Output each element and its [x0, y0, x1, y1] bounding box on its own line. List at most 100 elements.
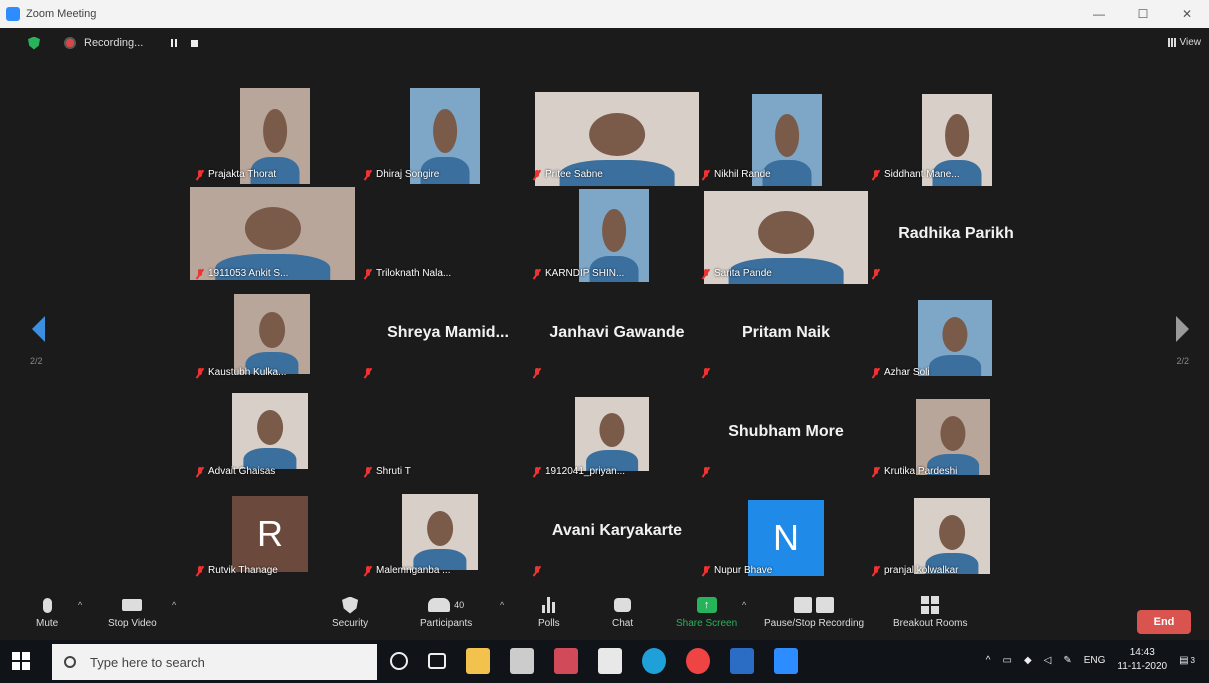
participant-tile[interactable]: Siddhant Mane...: [866, 88, 1046, 186]
mute-button[interactable]: Mute: [36, 596, 58, 629]
participant-tile[interactable]: R Rutvik Thanage: [190, 484, 370, 582]
participant-head: [263, 109, 287, 154]
participant-tile[interactable]: Prajakta Thorat: [190, 88, 370, 186]
participant-tile[interactable]: Shubham More: [696, 385, 876, 483]
previous-page-arrow-icon[interactable]: [32, 316, 45, 342]
participant-tile[interactable]: Advait Ghaisas: [190, 385, 370, 483]
title-bar: Zoom Meeting — ☐ ✕: [0, 0, 1209, 28]
participant-tile[interactable]: Pritee Sabne: [527, 88, 707, 186]
share-screen-button[interactable]: ↑ Share Screen: [676, 596, 737, 629]
muted-mic-icon: [533, 466, 541, 477]
stop-recording-icon[interactable]: [191, 39, 199, 47]
chat-bubble-icon: [614, 598, 632, 612]
participant-tile[interactable]: Kaustubh Kulka...: [190, 286, 370, 384]
notifications-icon[interactable]: ▤ 3: [1179, 655, 1195, 666]
muted-mic-icon: [196, 268, 204, 279]
participant-head: [589, 112, 645, 156]
participant-name-label: Triloknath Nala...: [364, 268, 451, 279]
participant-name-label: Prajakta Thorat: [196, 169, 276, 180]
participant-name: pranjal kolwalkar: [884, 565, 959, 576]
pause-recording-icon[interactable]: [171, 39, 178, 47]
close-button[interactable]: ✕: [1165, 0, 1209, 28]
participant-name-label: Kaustubh Kulka...: [196, 367, 286, 378]
participants-options-caret-icon[interactable]: ^: [500, 600, 504, 610]
polls-label: Polls: [538, 618, 560, 629]
taskbar-search-box[interactable]: Type here to search: [52, 644, 377, 680]
end-meeting-button[interactable]: End: [1137, 610, 1191, 634]
muted-mic-icon: [364, 368, 372, 378]
chat-button[interactable]: Chat: [612, 596, 633, 629]
participant-tile[interactable]: 1912041_priyan...: [527, 385, 707, 483]
store-icon[interactable]: [598, 648, 622, 674]
clock[interactable]: 14:43 11-11-2020: [1117, 646, 1167, 674]
participant-tile[interactable]: Janhavi Gawande: [527, 286, 707, 384]
network-icon[interactable]: ▭: [1003, 655, 1012, 666]
maximize-button[interactable]: ☐: [1121, 0, 1165, 28]
participant-name-label: Shruti T: [364, 466, 411, 477]
word-app-icon[interactable]: [730, 648, 754, 674]
participant-tile[interactable]: KARNDIP SHIN...: [527, 187, 707, 285]
breakout-rooms-button[interactable]: Breakout Rooms: [893, 596, 967, 629]
security-button[interactable]: Security: [332, 596, 368, 629]
muted-mic-icon: [702, 368, 710, 378]
video-options-caret-icon[interactable]: ^: [172, 600, 176, 610]
stop-video-button[interactable]: Stop Video: [108, 596, 157, 629]
window-title: Zoom Meeting: [26, 8, 97, 20]
windows-start-icon[interactable]: [12, 652, 30, 670]
polls-button[interactable]: Polls: [538, 596, 560, 629]
participant-head: [427, 510, 453, 546]
app-icon-fex[interactable]: [510, 648, 534, 674]
file-explorer-icon[interactable]: [466, 648, 490, 674]
participant-tile[interactable]: Shreya Mamid...: [358, 286, 538, 384]
pen-icon[interactable]: ✎: [1063, 655, 1071, 666]
participant-name-label: 1912041_priyan...: [533, 466, 625, 477]
edge-browser-icon[interactable]: [642, 648, 666, 674]
dropbox-icon[interactable]: ◆: [1024, 655, 1032, 666]
muted-mic-icon: [533, 169, 541, 180]
audio-options-caret-icon[interactable]: ^: [78, 600, 82, 610]
participant-display-name: Janhavi Gawande: [549, 324, 685, 341]
cortana-icon[interactable]: [390, 652, 408, 670]
participant-name-label: KARNDIP SHIN...: [533, 268, 624, 279]
task-view-icon[interactable]: [428, 653, 446, 669]
participant-tile[interactable]: pranjal kolwalkar: [866, 484, 1046, 582]
participant-tile[interactable]: Radhika Parikh: [866, 187, 1046, 285]
zoom-taskbar-icon[interactable]: [774, 648, 798, 674]
security-shield-icon: [342, 596, 359, 614]
show-hidden-icons-icon[interactable]: ^: [986, 655, 991, 666]
participant-tile[interactable]: Shruti T: [358, 385, 538, 483]
participant-tile[interactable]: Malemnganba ...: [358, 484, 538, 582]
participant-video: [402, 494, 478, 570]
participant-tile[interactable]: Triloknath Nala...: [358, 187, 538, 285]
participant-name: Siddhant Mane...: [884, 169, 960, 180]
muted-mic-icon: [196, 565, 204, 576]
participant-tile[interactable]: Avani Karyakarte: [527, 484, 707, 582]
encryption-shield-icon[interactable]: [28, 36, 40, 50]
participant-tile[interactable]: Azhar Soli: [866, 286, 1046, 384]
participant-tile[interactable]: Sarita Pande: [696, 187, 876, 285]
volume-icon[interactable]: ◁: [1044, 655, 1052, 666]
participant-tile[interactable]: Krutika Pardeshi: [866, 385, 1046, 483]
pause-stop-recording-button[interactable]: Pause/Stop Recording: [764, 596, 864, 629]
participant-name: Sarita Pande: [714, 268, 772, 279]
gift-app-icon[interactable]: [554, 648, 578, 674]
participant-head: [599, 413, 625, 448]
participant-tile[interactable]: 1911053 Ankit S...: [190, 187, 370, 285]
chat-label: Chat: [612, 618, 634, 629]
participant-tile[interactable]: Dhiraj Songire: [358, 88, 538, 186]
clock-time: 14:43: [1129, 647, 1155, 658]
participant-name: Prajakta Thorat: [208, 169, 277, 180]
participants-button[interactable]: 40 Participants: [420, 596, 472, 629]
next-page-arrow-icon[interactable]: [1176, 316, 1189, 342]
share-options-caret-icon[interactable]: ^: [742, 600, 746, 610]
minimize-button[interactable]: —: [1077, 0, 1121, 28]
view-button[interactable]: View: [1167, 37, 1201, 48]
participant-tile[interactable]: Nikhil Rande: [696, 88, 876, 186]
participant-tile[interactable]: Pritam Naik: [696, 286, 876, 384]
chrome-browser-icon[interactable]: [686, 648, 710, 674]
participant-tile[interactable]: N Nupur Bhave: [696, 484, 876, 582]
muted-mic-icon: [364, 268, 372, 279]
muted-mic-icon: [702, 268, 710, 279]
participant-name-label: Azhar Soli: [872, 367, 930, 378]
language-indicator[interactable]: ENG: [1084, 655, 1106, 666]
